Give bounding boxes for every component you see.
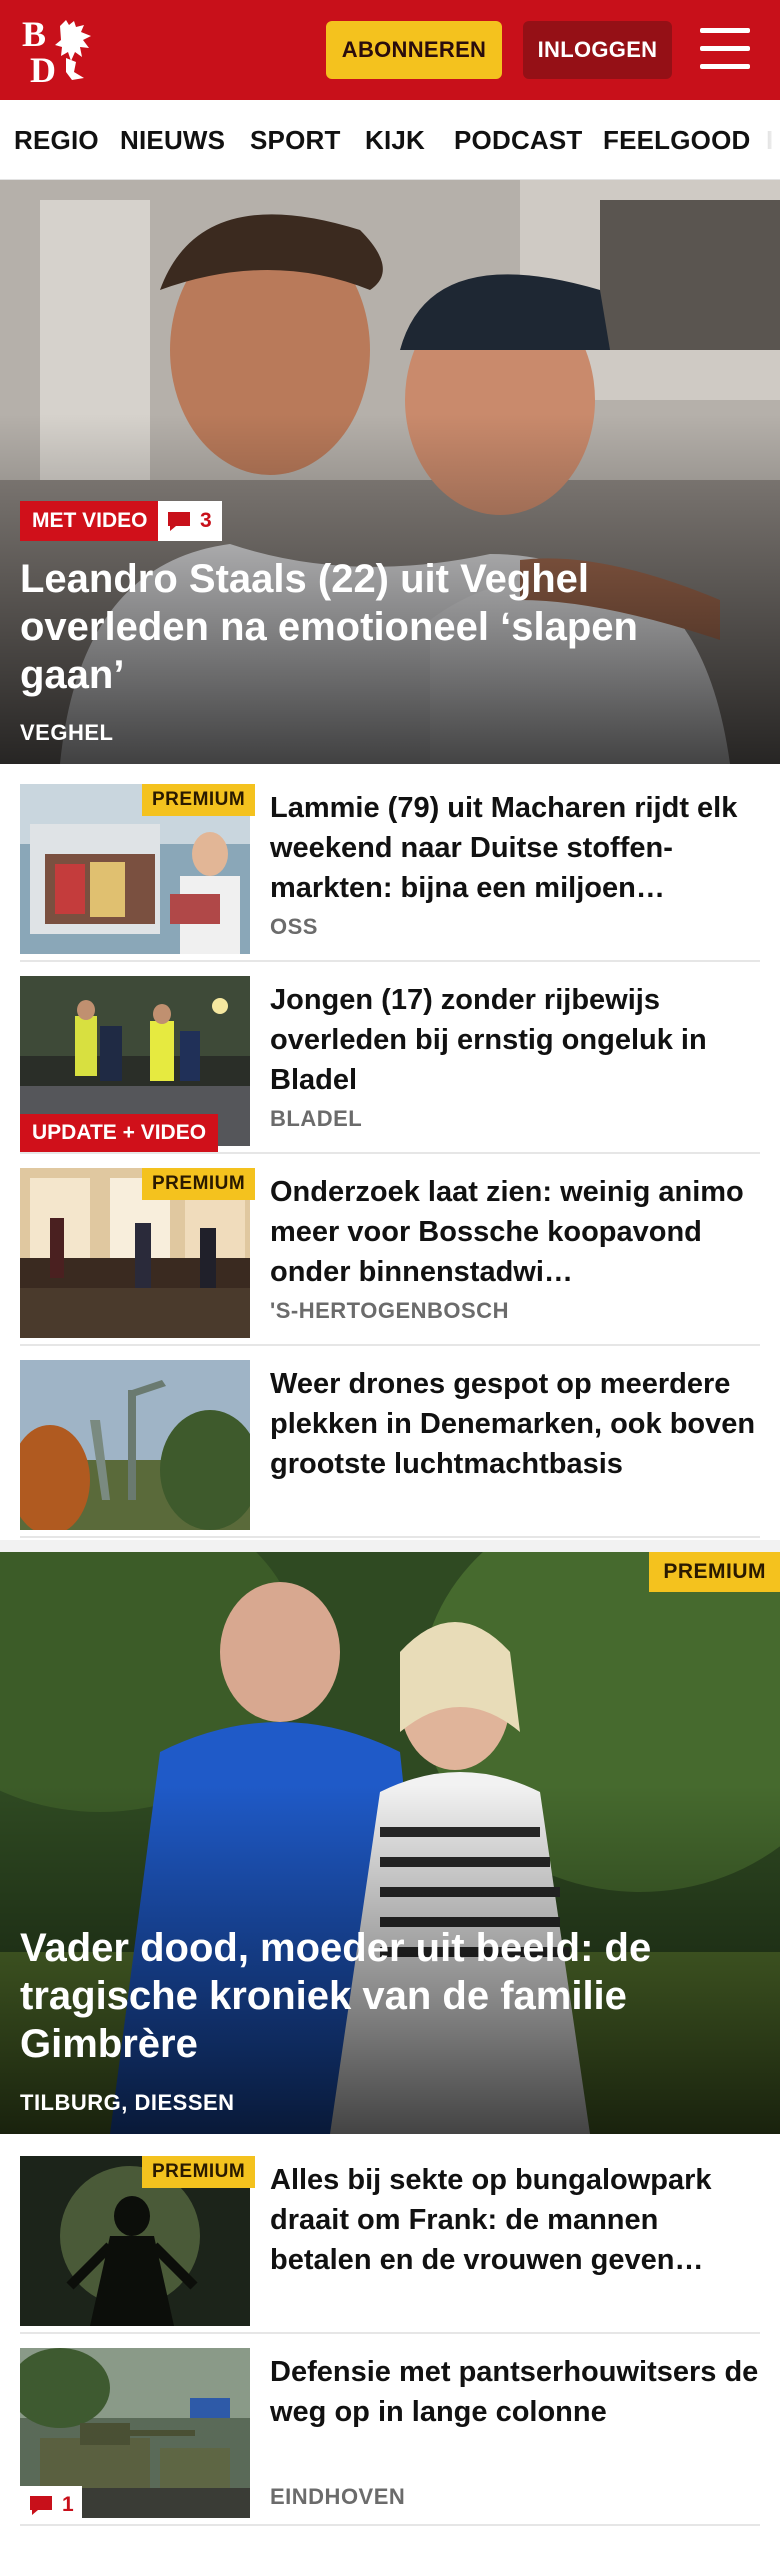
nav-item-nieuws[interactable]: NIEUWS — [120, 100, 225, 179]
comment-count-tag[interactable]: 3 — [158, 501, 222, 541]
hero-title[interactable]: Leandro Staals (22) uit Veghel overleden… — [20, 555, 700, 699]
menu-icon[interactable] — [700, 26, 754, 72]
hero-location: VEGHEL — [20, 720, 114, 745]
svg-text:D: D — [30, 50, 56, 86]
hero-article[interactable]: PREMIUM Vader dood, moeder uit beeld: de… — [0, 1552, 780, 2134]
premium-badge: PREMIUM — [649, 1552, 780, 1592]
top-bar: B D ABONNEREN INLOGGEN — [0, 0, 780, 100]
premium-badge: PREMIUM — [142, 2156, 256, 2188]
nav-item-feelgood[interactable]: FEELGOOD — [603, 100, 751, 179]
login-button[interactable]: INLOGGEN — [523, 21, 672, 79]
hero-title[interactable]: Vader dood, moeder uit beeld: de tragisc… — [20, 1924, 700, 2068]
article-title[interactable]: Lammie (79) uit Macharen rijdt elk weeke… — [270, 788, 760, 908]
nav-fade — [750, 100, 780, 179]
article-location: EINDHOVEN — [270, 2484, 406, 2509]
list-item[interactable]: 1 Defensie met pantserhouwitsers de weg … — [20, 2348, 760, 2526]
article-title[interactable]: Alles bij sekte op bungalowpark draait o… — [270, 2160, 760, 2280]
hero-article[interactable]: MET VIDEO 3 Leandro Staals (22) uit Vegh… — [0, 180, 780, 764]
nav-item-sport[interactable]: SPORT — [250, 100, 341, 179]
article-title[interactable]: Weer drones gespot op meerdere plekken i… — [270, 1364, 760, 1484]
section-nav: REGIO NIEUWS SPORT KIJK PODCAST FEELGOOD… — [0, 100, 780, 180]
video-tag: MET VIDEO — [20, 501, 160, 541]
nav-item-regio[interactable]: REGIO — [14, 100, 99, 179]
nav-item-podcast[interactable]: PODCAST — [454, 100, 583, 179]
nav-item-kijk[interactable]: KIJK — [365, 100, 425, 179]
hero-location: TILBURG, DIESSEN — [20, 2090, 235, 2115]
article-title[interactable]: Onderzoek laat zien: weinig animo meer v… — [270, 1172, 760, 1292]
list-item[interactable]: UPDATE + VIDEO Jongen (17) zonder rijbew… — [20, 976, 760, 1154]
comment-icon — [30, 2496, 52, 2515]
article-title[interactable]: Defensie met pantserhouwitsers de weg op… — [270, 2352, 760, 2432]
article-location: 'S-HERTOGENBOSCH — [270, 1298, 509, 1323]
article-thumbnail — [20, 1360, 250, 1530]
comment-icon — [168, 512, 190, 531]
comment-count-tag[interactable]: 1 — [20, 2486, 82, 2524]
article-location: BLADEL — [270, 1106, 363, 1131]
list-item[interactable]: PREMIUM Lammie (79) uit Macharen rijdt e… — [20, 784, 760, 962]
comment-count: 3 — [200, 509, 212, 532]
update-video-badge: UPDATE + VIDEO — [20, 1114, 219, 1152]
svg-text:B: B — [22, 14, 46, 54]
bd-logo[interactable]: B D — [22, 14, 114, 86]
premium-badge: PREMIUM — [142, 1168, 256, 1200]
premium-badge: PREMIUM — [142, 784, 256, 816]
list-item[interactable]: Weer drones gespot op meerdere plekken i… — [20, 1360, 760, 1538]
article-title[interactable]: Jongen (17) zonder rijbewijs overleden b… — [270, 980, 760, 1100]
list-item[interactable]: PREMIUM Onderzoek laat zien: weinig anim… — [20, 1168, 760, 1346]
comment-count: 1 — [62, 2493, 74, 2516]
subscribe-button[interactable]: ABONNEREN — [326, 21, 502, 79]
list-item[interactable]: PREMIUM Alles bij sekte op bungalowpark … — [20, 2156, 760, 2334]
article-location: OSS — [270, 914, 318, 939]
